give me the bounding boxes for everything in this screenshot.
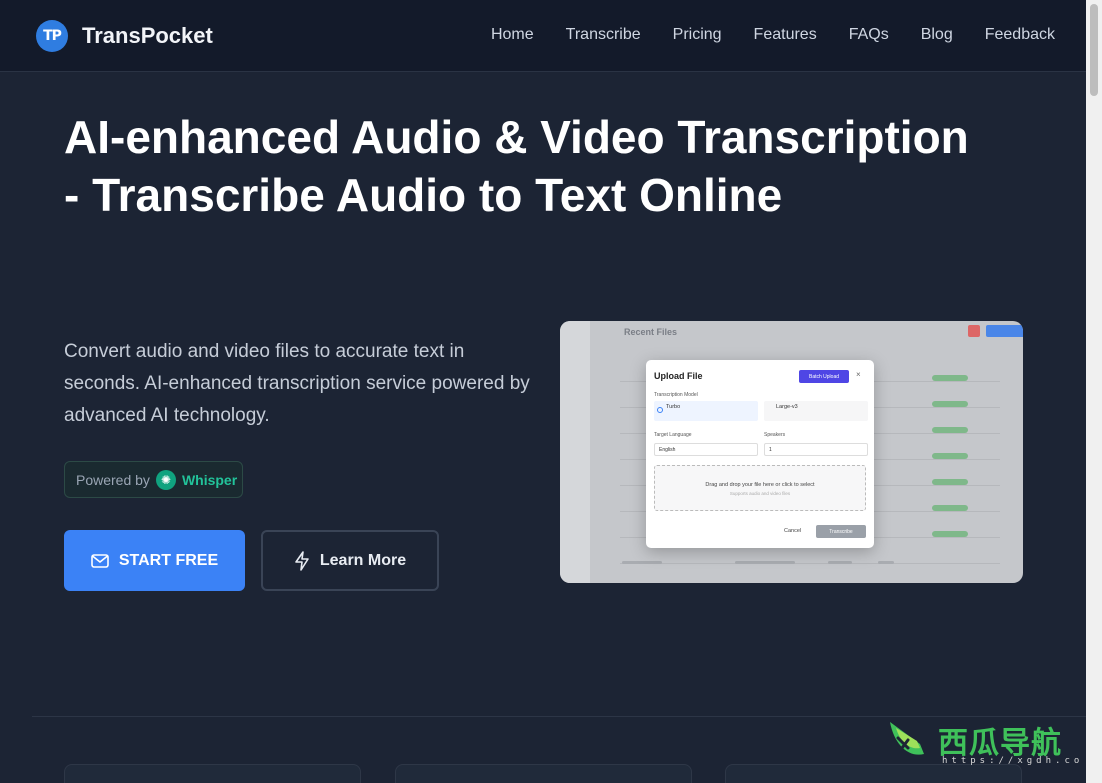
speakers-label: Speakers — [764, 432, 786, 438]
nav-pricing[interactable]: Pricing — [673, 26, 722, 44]
preview-status-pill — [932, 505, 968, 511]
nav-home[interactable]: Home — [491, 26, 534, 44]
preview-text — [622, 561, 662, 564]
feature-card — [64, 764, 361, 783]
preview-sidebar — [560, 321, 590, 583]
drop-zone: Drag and drop your file here or click to… — [654, 465, 866, 511]
nav-links: Home Transcribe Pricing Features FAQs Bl… — [491, 26, 1055, 44]
modal-transcribe-button: Transcribe — [816, 525, 866, 538]
model-option-turbo-label: Turbo — [666, 404, 681, 410]
brand-logo[interactable]: TP TransPocket — [36, 20, 213, 52]
nav-feedback[interactable]: Feedback — [985, 26, 1055, 44]
preview-status-pill — [932, 401, 968, 407]
learn-more-button[interactable]: Learn More — [261, 530, 439, 591]
radio-icon — [657, 407, 663, 413]
start-free-button[interactable]: START FREE — [64, 530, 245, 591]
drop-zone-text: Drag and drop your file here or click to… — [705, 482, 815, 488]
start-free-label: START FREE — [118, 551, 219, 569]
language-select: English — [654, 443, 758, 456]
preview-status-pill — [932, 531, 968, 537]
watermark: 西瓜导航 https://xgdh.co — [884, 710, 1084, 780]
preview-text — [828, 561, 852, 564]
speakers-select: 1 — [764, 443, 868, 456]
nav-faqs[interactable]: FAQs — [849, 26, 889, 44]
batch-upload-button: Batch Upload — [799, 370, 849, 383]
scrollbar-thumb[interactable] — [1090, 4, 1098, 96]
learn-more-label: Learn More — [319, 551, 407, 569]
lightning-icon — [295, 550, 309, 571]
preview-status-pill — [932, 375, 968, 381]
mail-icon — [91, 553, 109, 568]
modal-title: Upload File — [654, 371, 703, 381]
drop-zone-subtext: Supports audio and video files — [729, 491, 791, 496]
feature-card — [395, 764, 692, 783]
nav-blog[interactable]: Blog — [921, 26, 953, 44]
language-label: Target Language — [654, 432, 692, 438]
nav-features[interactable]: Features — [754, 26, 817, 44]
upload-modal: Upload File Batch Upload × Transcription… — [646, 360, 874, 548]
preview-page-title: Recent Files — [624, 327, 678, 337]
model-option-large-label: Large-v3 — [776, 404, 798, 410]
model-label: Transcription Model — [654, 392, 698, 398]
hero-title-line1: AI-enhanced Audio & Video Transcription — [64, 111, 969, 163]
logo-icon: TP — [36, 20, 68, 52]
watermelon-logo-icon — [890, 722, 924, 755]
openai-icon: ✺ — [155, 469, 176, 490]
modal-cancel-button: Cancel — [784, 528, 802, 534]
whisper-label: Whisper — [181, 471, 238, 488]
preview-status-pill — [932, 479, 968, 485]
close-icon: × — [856, 370, 861, 379]
watermark-url: https://xgdh.co — [942, 756, 1084, 766]
preview-status-pill — [932, 453, 968, 459]
model-option-large: Large-v3 — [764, 401, 868, 421]
preview-text — [878, 561, 894, 564]
preview-red-button — [968, 325, 980, 337]
hero-description: Convert audio and video files to accurat… — [64, 341, 530, 426]
preview-text — [735, 561, 795, 564]
nav-transcribe[interactable]: Transcribe — [566, 26, 641, 44]
hero-title-line2: - Transcribe Audio to Text Online — [64, 169, 783, 221]
model-option-turbo: Turbo — [654, 401, 758, 421]
preview-blue-button — [986, 325, 1023, 337]
page-scrollbar[interactable] — [1086, 0, 1102, 783]
top-navbar: TP TransPocket Home Transcribe Pricing F… — [0, 0, 1086, 72]
brand-name: TransPocket — [82, 23, 213, 48]
preview-status-pill — [932, 427, 968, 433]
powered-by-label: Powered by — [76, 471, 150, 488]
preview-row — [620, 563, 1000, 564]
powered-by-badge[interactable]: Powered by ✺ Whisper — [64, 461, 243, 498]
hero-title: AI-enhanced Audio & Video Transcription … — [64, 108, 1054, 224]
app-preview-image: Recent Files Upload File Batch Upload × … — [560, 321, 1023, 583]
